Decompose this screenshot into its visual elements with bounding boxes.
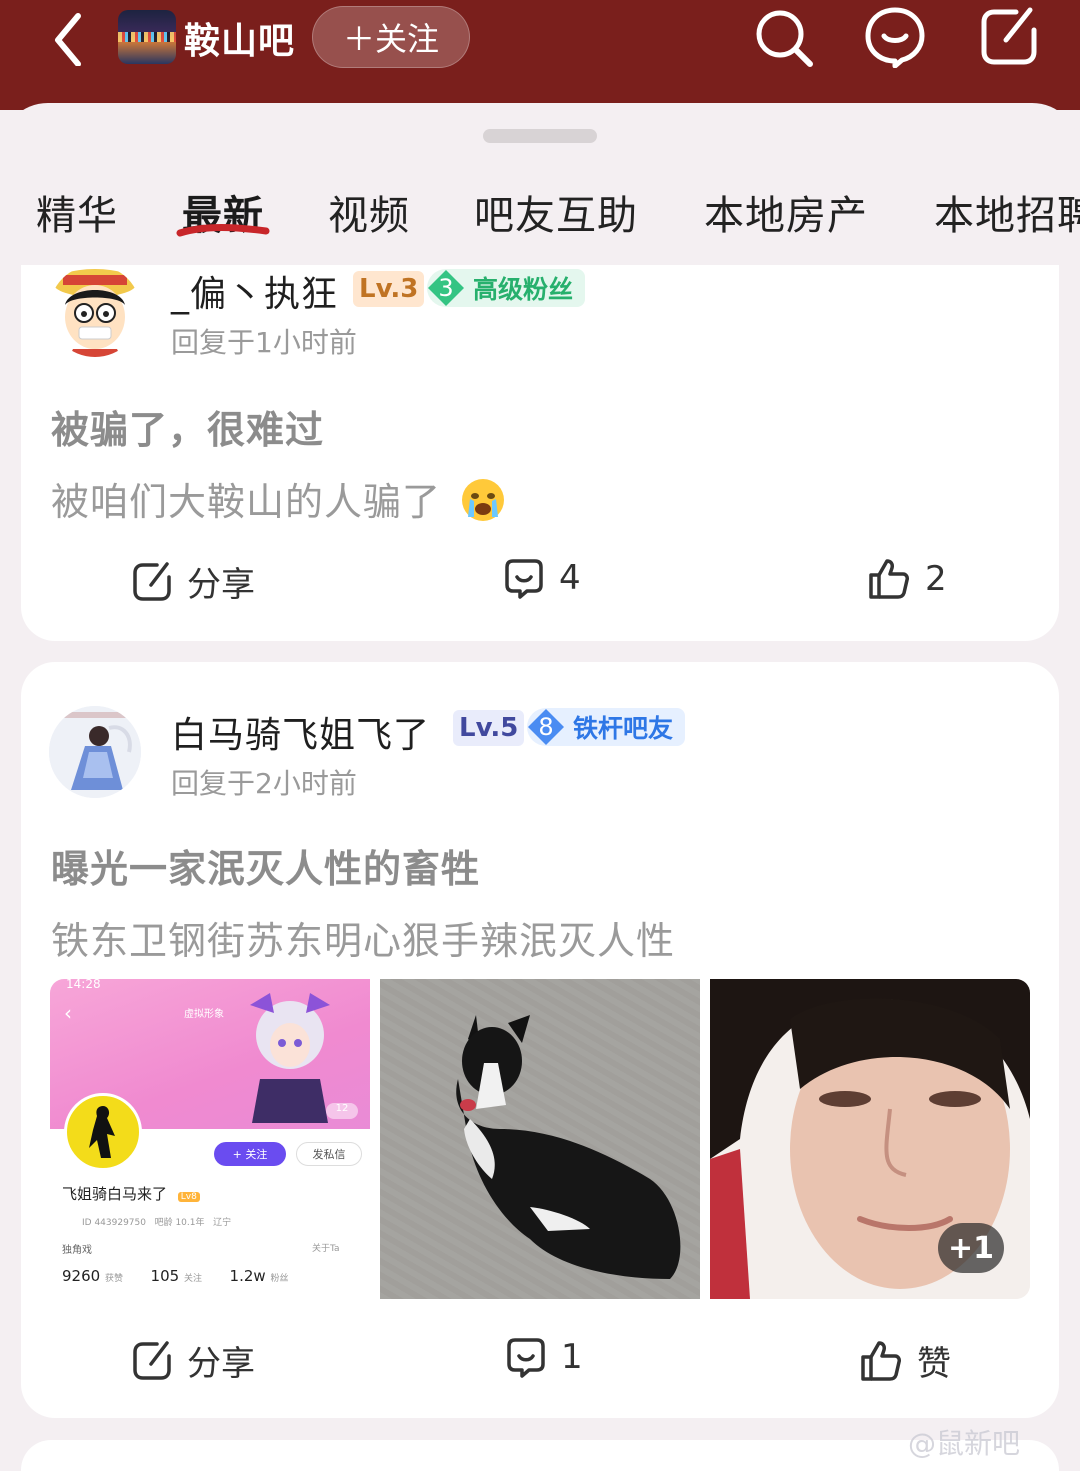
fan-badge: 3 高级粉丝 [427, 269, 586, 307]
post-title[interactable]: 被骗了，很难过 [51, 399, 324, 454]
comment-button[interactable]: 4 [503, 557, 581, 599]
crying-face-emoji [462, 479, 505, 521]
post-title[interactable]: 曝光一家泯灭人性的畜牲 [51, 838, 480, 893]
avatar[interactable] [49, 706, 141, 798]
post-body[interactable]: 铁东卫钢街苏东明心狠手辣泯灭人性 [51, 910, 675, 965]
fan-title: 铁杆吧友 [573, 714, 674, 743]
tab-help[interactable]: 吧友互助 [474, 183, 638, 241]
fan-title: 高级粉丝 [473, 275, 574, 304]
share-icon [133, 1340, 171, 1380]
tab-jobs[interactable]: 本地招聘 [934, 183, 1080, 241]
tab-bar: 精华 最新 视频 吧友互助 本地房产 本地招聘 [0, 183, 1080, 245]
anime-character [250, 993, 330, 1123]
tab-featured[interactable]: 精华 [36, 183, 118, 241]
post-card[interactable] [21, 1440, 1059, 1471]
top-bar: 鞍山吧 ＋关注 [0, 0, 1080, 110]
forum-avatar[interactable] [118, 10, 176, 64]
follow-button[interactable]: ＋关注 [312, 6, 470, 68]
message-icon[interactable] [864, 6, 926, 68]
fan-badge: 8 铁杆吧友 [527, 708, 686, 746]
fan-level-icon: 8 [527, 708, 565, 746]
edit-icon[interactable] [978, 6, 1040, 68]
username[interactable]: _偏丶执狂 [171, 265, 338, 317]
search-icon[interactable] [752, 6, 814, 68]
like-button[interactable]: 2 [867, 557, 947, 601]
share-button[interactable]: 分享 [131, 1336, 255, 1385]
like-button[interactable]: 赞 [859, 1336, 951, 1385]
post-time: 回复于1小时前 [171, 326, 357, 359]
chevron-left-icon: ‹ [64, 1001, 72, 1025]
tab-real-estate[interactable]: 本地房产 [704, 183, 868, 241]
active-tab-indicator [176, 224, 270, 237]
fan-level-icon: 3 [427, 269, 465, 307]
comment-icon [505, 559, 543, 599]
more-images-badge[interactable]: +1 [938, 1223, 1004, 1273]
level-badge: Lv.3 [353, 271, 425, 307]
share-icon [133, 561, 171, 601]
share-button[interactable]: 分享 [131, 557, 255, 606]
post-time: 回复于2小时前 [171, 767, 357, 800]
forum-title[interactable]: 鞍山吧 [184, 12, 295, 64]
post-image[interactable]: 14:28 ‹ 虚拟形象 12 + 关注 发私信 飞姐骑白马来了 Lv8 ID … [50, 979, 370, 1299]
post-body[interactable]: 被咱们大鞍山的人骗了 [51, 471, 506, 526]
post-image[interactable] [380, 979, 700, 1299]
post-card[interactable]: _偏丶执狂 Lv.3 3 高级粉丝 回复于1小时前 被骗了，很难过 被咱们大鞍山… [21, 265, 1059, 641]
drag-handle[interactable] [483, 129, 597, 143]
comment-button[interactable]: 1 [505, 1336, 583, 1378]
post-card[interactable]: 白马骑飞姐飞了 Lv.5 8 铁杆吧友 回复于2小时前 曝光一家泯灭人性的畜牲 … [21, 662, 1059, 1418]
chevron-left-icon[interactable] [48, 10, 88, 66]
watermark: @鼠新吧 [908, 1427, 1021, 1460]
profile-avatar [64, 1093, 142, 1171]
tab-video[interactable]: 视频 [328, 183, 410, 241]
level-badge: Lv.5 [453, 710, 525, 746]
comment-icon [507, 1338, 545, 1378]
avatar[interactable] [49, 265, 141, 357]
dog-photo [380, 979, 700, 1299]
post-image[interactable]: +1 [710, 979, 1030, 1299]
username[interactable]: 白马骑飞姐飞了 [171, 706, 430, 758]
thumbs-up-icon [869, 559, 909, 599]
thumbs-up-icon [861, 1340, 901, 1381]
